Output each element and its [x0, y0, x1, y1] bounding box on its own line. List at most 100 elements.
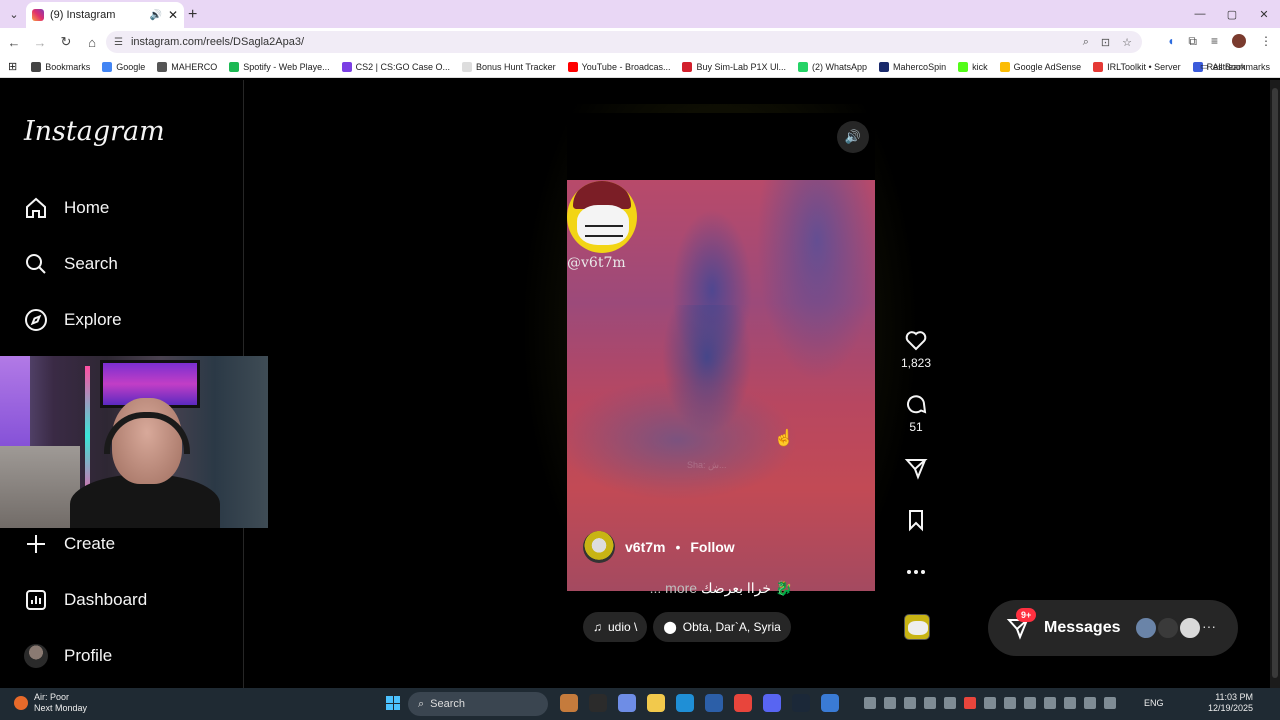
home-browser-icon[interactable]: ⌂: [80, 35, 104, 50]
follow-button[interactable]: Follow: [690, 539, 734, 555]
extension-icon[interactable]: ◖: [1167, 34, 1174, 49]
nav-profile-label: Profile: [64, 646, 113, 665]
tab-audio-icon[interactable]: 🔊: [149, 10, 161, 21]
new-tab-button[interactable]: +: [188, 6, 197, 24]
all-bookmarks-folder[interactable]: ▭ All Bookmarks: [1200, 61, 1270, 72]
bookmark-item[interactable]: Bookmarks: [31, 61, 90, 72]
tray-icon[interactable]: [984, 697, 996, 709]
nav-create[interactable]: Create: [24, 532, 115, 556]
bookmark-star-icon[interactable]: ☆: [1122, 36, 1132, 49]
site-info-icon[interactable]: ☰: [114, 37, 123, 48]
tray-icon[interactable]: [904, 697, 916, 709]
reload-icon[interactable]: ↻: [54, 34, 78, 50]
bookmark-label: Bonus Hunt Tracker: [476, 61, 556, 72]
author-name[interactable]: v6t7m: [625, 539, 665, 555]
close-window-button[interactable]: ✕: [1248, 0, 1280, 28]
like-button[interactable]: 1,823: [896, 328, 936, 370]
reel-author-row: v6t7m • Follow: [583, 531, 735, 563]
nav-dashboard[interactable]: Dashboard: [24, 588, 147, 612]
audio-pill[interactable]: ♫ udio \: [583, 612, 648, 642]
edge-icon[interactable]: [676, 694, 694, 712]
caption-more[interactable]: ... more: [650, 580, 697, 596]
nav-explore[interactable]: Explore: [24, 308, 122, 332]
share-button[interactable]: [896, 456, 936, 480]
comment-button[interactable]: 51: [896, 392, 936, 434]
browser-tab-strip: ⌄ (9) Instagram 🔊 ✕ + — ▢ ✕: [0, 0, 1280, 28]
maximize-button[interactable]: ▢: [1216, 0, 1248, 28]
tray-icon[interactable]: [1004, 697, 1016, 709]
messages-button[interactable]: 9+ Messages ···: [988, 600, 1238, 656]
nav-profile[interactable]: Profile: [24, 644, 112, 668]
tray-icon[interactable]: [944, 697, 956, 709]
tab-search-icon[interactable]: ⌄: [0, 0, 28, 28]
taskbar-search[interactable]: ⌕ Search: [408, 692, 548, 716]
instagram-logo[interactable]: Instagram: [24, 116, 165, 147]
back-icon[interactable]: ←: [2, 35, 26, 50]
install-app-icon[interactable]: ⊡: [1101, 36, 1110, 49]
bookmark-item[interactable]: IRLToolkit • Server: [1093, 61, 1181, 72]
taskbar-clock[interactable]: 11:03 PM 12/19/2025: [1208, 692, 1253, 714]
tray-icon[interactable]: [1064, 697, 1076, 709]
zoom-icon[interactable]: ⌕: [1083, 36, 1089, 49]
tray-icon[interactable]: [1044, 697, 1056, 709]
scrollbar-thumb[interactable]: [1272, 88, 1278, 678]
bookmark-item[interactable]: Google AdSense: [999, 61, 1081, 72]
reel-caption[interactable]: ... more خراا بعرضك 🐉: [567, 580, 875, 597]
volume-icon[interactable]: 🔊: [837, 121, 869, 153]
bookmark-favicon-icon: [958, 61, 969, 72]
file-explorer-icon[interactable]: [647, 694, 665, 712]
page-scrollbar[interactable]: [1270, 80, 1280, 688]
tray-icon[interactable]: [964, 697, 976, 709]
reel-player[interactable]: Sha: ش... 🔊 @v6t7m v6t7m • Follow ... mo…: [567, 113, 875, 659]
location-pill[interactable]: ⬤ Obta, Dar`A, Syria: [653, 612, 791, 642]
tab-close-icon[interactable]: ✕: [168, 8, 178, 22]
bookmark-item[interactable]: YouTube - Broadcas...: [567, 61, 670, 72]
media-control-icon[interactable]: ≡: [1211, 34, 1218, 49]
chrome-icon[interactable]: [734, 694, 752, 712]
bookmark-item[interactable]: kick: [958, 61, 988, 72]
tray-icon[interactable]: [924, 697, 936, 709]
nav-search[interactable]: Search: [24, 252, 118, 276]
browser-profile-avatar[interactable]: [1232, 34, 1246, 48]
discord-icon[interactable]: [763, 694, 781, 712]
tray-icon[interactable]: [884, 697, 896, 709]
original-audio-thumb[interactable]: [904, 614, 930, 640]
author-avatar[interactable]: [583, 531, 615, 563]
extensions-puzzle-icon[interactable]: ⧉: [1188, 34, 1197, 49]
bookmark-item[interactable]: MahercoSpin: [879, 61, 946, 72]
bookmark-item[interactable]: CS2 | CS:GO Case O...: [341, 61, 450, 72]
tray-icon[interactable]: [864, 697, 876, 709]
audio-thumb-face: [908, 621, 928, 635]
taskbar-app-icon[interactable]: [821, 694, 839, 712]
url-field[interactable]: ☰ instagram.com/reels/DSagla2Apa3/ ⌕ ⊡ ☆: [106, 31, 1142, 53]
bookmark-item[interactable]: Bonus Hunt Tracker: [462, 61, 556, 72]
forward-icon[interactable]: →: [28, 35, 52, 50]
bookmark-item[interactable]: Buy Sim-Lab P1X Ul...: [682, 61, 786, 72]
taskbar-app-icon[interactable]: [618, 694, 636, 712]
tray-icon[interactable]: [1024, 697, 1036, 709]
bookmark-item[interactable]: Google: [102, 61, 145, 72]
taskbar-apps: [560, 694, 839, 712]
messages-more[interactable]: ···: [1202, 618, 1216, 634]
steam-icon[interactable]: [792, 694, 810, 712]
tray-icon[interactable]: [1104, 697, 1116, 709]
taskbar-app-icon[interactable]: [589, 694, 607, 712]
apps-grid-icon[interactable]: ⊞: [8, 60, 17, 73]
language-indicator[interactable]: ENG: [1144, 698, 1164, 708]
store-icon[interactable]: [705, 694, 723, 712]
windows-start-icon[interactable]: [386, 696, 400, 710]
browser-tab[interactable]: (9) Instagram 🔊 ✕: [26, 2, 184, 28]
nav-search-label: Search: [64, 254, 118, 273]
search-icon: ⌕: [418, 697, 425, 710]
taskbar-app-icon[interactable]: [560, 694, 578, 712]
tray-icon[interactable]: [1084, 697, 1096, 709]
save-button[interactable]: [896, 508, 936, 532]
minimize-button[interactable]: —: [1184, 0, 1216, 28]
weather-widget[interactable]: Air: Poor Next Monday: [14, 692, 87, 714]
more-options-button[interactable]: [896, 560, 936, 584]
bookmark-item[interactable]: Spotify - Web Playe...: [229, 61, 330, 72]
browser-menu-icon[interactable]: ⋮: [1260, 34, 1272, 49]
bookmark-item[interactable]: MAHERCO: [157, 61, 217, 72]
bookmark-item[interactable]: (2) WhatsApp: [798, 61, 867, 72]
nav-home[interactable]: Home: [24, 196, 109, 220]
